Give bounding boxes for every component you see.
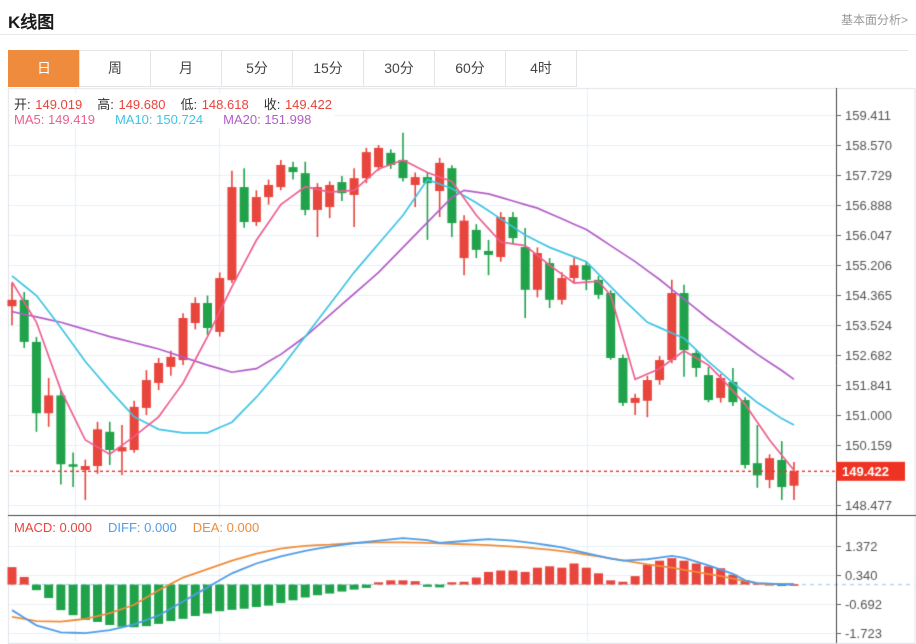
legend-item: MA5: 149.419 [14,112,95,127]
legend-item: 高: 149.680 [97,97,166,112]
legend-item: DEA: 0.000 [192,520,260,535]
legend-item: MA10: 150.724 [114,112,204,127]
legend-item: MACD: 0.000 [14,520,93,535]
legend-item: 开: 149.019 [14,97,83,112]
legend-item: 低: 148.618 [180,97,249,112]
macd-legend: MACD: 0.000 DIFF: 0.000 DEA: 0.000 [11,519,279,536]
legend-item: 收: 149.422 [263,97,332,112]
kline-page: K线图 基本面分析> 日周月5分15分30分60分4时 开: 149.019高:… [0,0,916,644]
legend-item: MA20: 151.998 [223,112,312,127]
legend-item: DIFF: 0.000 [108,520,177,535]
ma-legend: MA5: 149.419 MA10: 150.724 MA20: 151.998 [11,111,335,128]
